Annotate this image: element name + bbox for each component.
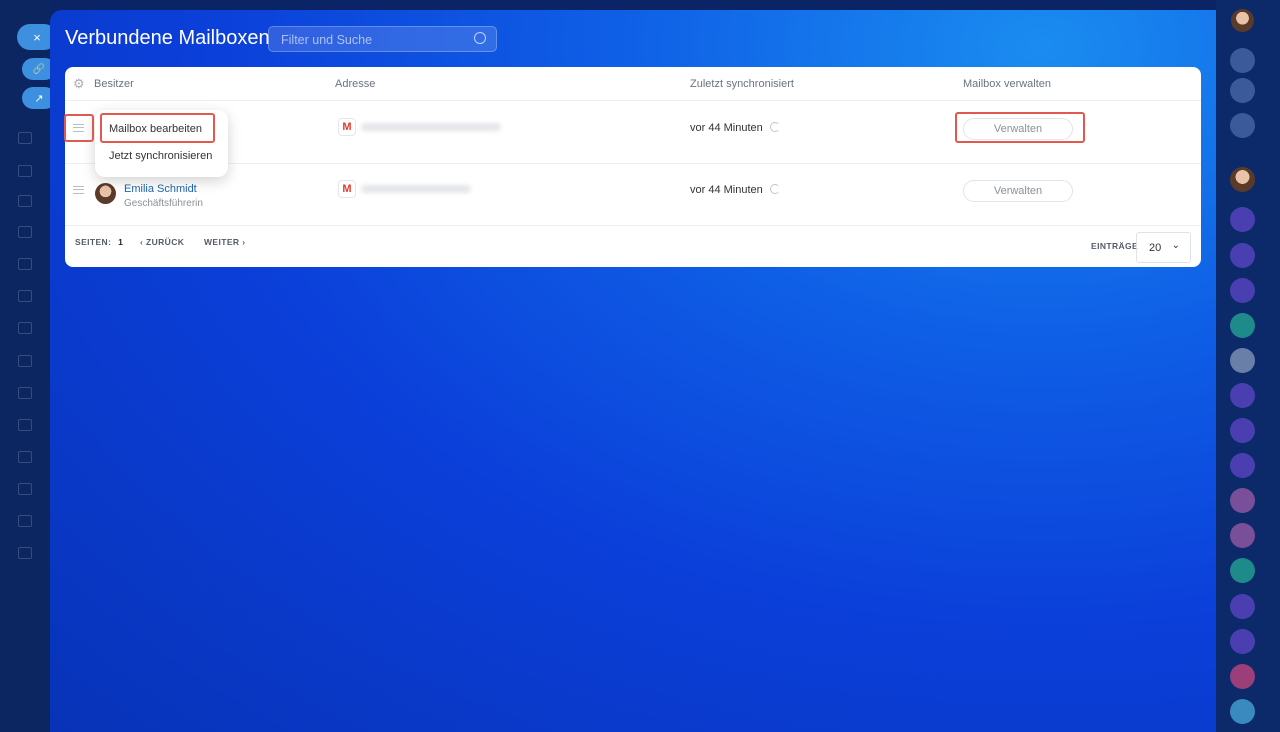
task-icon[interactable] — [1230, 558, 1255, 583]
menu-icon — [18, 165, 32, 177]
bell-icon[interactable] — [1230, 48, 1255, 73]
contact-icon[interactable] — [1230, 453, 1255, 478]
manage-button[interactable]: Verwalten — [963, 180, 1073, 202]
entries-value: 20 — [1149, 242, 1162, 254]
contact-avatar[interactable] — [1230, 167, 1255, 192]
menu-icon — [18, 355, 32, 367]
menu-icon — [18, 132, 32, 144]
avatar — [95, 183, 116, 204]
column-owner[interactable]: Besitzer — [94, 78, 134, 90]
back-button[interactable]: ‹ ZURÜCK — [140, 237, 184, 247]
entries-select[interactable]: 20 ⌄ — [1136, 232, 1191, 263]
contact-avatar[interactable] — [1230, 523, 1255, 548]
menu-icon — [18, 258, 32, 270]
search-icon[interactable] — [474, 32, 486, 44]
owner-name[interactable]: Emilia Schmidt — [124, 183, 197, 195]
entries-label: EINTRÄGE — [1091, 241, 1139, 251]
contact-avatar[interactable] — [1230, 488, 1255, 513]
pages-text: SEITEN: — [75, 237, 112, 247]
user-avatar[interactable] — [1231, 9, 1254, 32]
contact-icon[interactable] — [1230, 418, 1255, 443]
blurred-address — [361, 123, 501, 131]
row-menu-icon[interactable] — [73, 186, 84, 194]
last-sync-text: vor 44 Minuten — [690, 184, 763, 196]
contact-icon[interactable] — [1230, 383, 1255, 408]
menu-item-sync-now[interactable]: Jetzt synchronisieren — [109, 150, 212, 162]
gmail-icon: M — [338, 118, 356, 136]
owner-role: Geschäftsführerin — [124, 198, 203, 209]
contact-icon[interactable] — [1230, 207, 1255, 232]
menu-icon — [18, 290, 32, 302]
close-icon: × — [33, 29, 41, 45]
refresh-icon[interactable] — [769, 122, 780, 132]
menu-icon — [18, 483, 32, 495]
blurred-address — [361, 185, 471, 193]
chevron-down-icon: ⌄ — [1171, 240, 1180, 251]
highlight-manage-button — [955, 112, 1085, 143]
highlight-row-menu — [64, 114, 94, 142]
copilot-icon[interactable] — [1230, 629, 1255, 654]
gear-icon[interactable]: ⚙ — [73, 76, 85, 92]
refresh-icon[interactable] — [769, 184, 780, 194]
highlight-edit-mailbox — [100, 113, 215, 143]
column-manage[interactable]: Mailbox verwalten — [963, 78, 1051, 90]
menu-icon — [18, 387, 32, 399]
page-title: Verbundene Mailboxen — [65, 27, 270, 49]
chat-sync-icon[interactable] — [1230, 113, 1255, 138]
link-icon: 🔗 — [32, 63, 46, 75]
column-address[interactable]: Adresse — [335, 78, 375, 90]
column-last-sync[interactable]: Zuletzt synchronisiert — [690, 78, 794, 90]
search-placeholder: Filter und Suche — [281, 33, 373, 47]
menu-icon — [18, 515, 32, 527]
back-label: ZURÜCK — [146, 237, 185, 247]
next-button[interactable]: WEITER › — [204, 237, 245, 247]
external-link-icon: ↗ — [34, 92, 44, 105]
contact-icon[interactable] — [1230, 278, 1255, 303]
gmail-icon: M — [338, 180, 356, 198]
contact-avatar[interactable] — [1230, 664, 1255, 689]
next-label: WEITER — [204, 237, 240, 247]
last-sync: vor 44 Minuten — [690, 122, 780, 134]
copilot-icon[interactable] — [1230, 78, 1255, 103]
contact-icon[interactable] — [1230, 243, 1255, 268]
menu-icon — [18, 226, 32, 238]
menu-icon — [18, 547, 32, 559]
mailbox-table: ⚙ Besitzer Adresse Zuletzt synchronisier… — [65, 67, 1201, 267]
menu-icon — [18, 322, 32, 334]
current-page: 1 — [118, 237, 124, 247]
left-sidebar — [0, 0, 50, 732]
contact-avatar[interactable] — [1230, 348, 1255, 373]
copilot-icon[interactable] — [1230, 594, 1255, 619]
menu-icon — [18, 195, 32, 207]
menu-icon — [18, 451, 32, 463]
chat-icon[interactable] — [1230, 699, 1255, 724]
menu-icon — [18, 419, 32, 431]
phone-icon[interactable] — [1230, 313, 1255, 338]
pages-label: SEITEN: 1 — [75, 237, 123, 247]
last-sync: vor 44 Minuten — [690, 184, 780, 196]
search-input[interactable]: Filter und Suche — [268, 26, 497, 52]
last-sync-text: vor 44 Minuten — [690, 122, 763, 134]
table-row: Emilia Schmidt Geschäftsführerin M vor 4… — [65, 164, 1201, 226]
table-header: ⚙ Besitzer Adresse Zuletzt synchronisier… — [65, 67, 1201, 101]
